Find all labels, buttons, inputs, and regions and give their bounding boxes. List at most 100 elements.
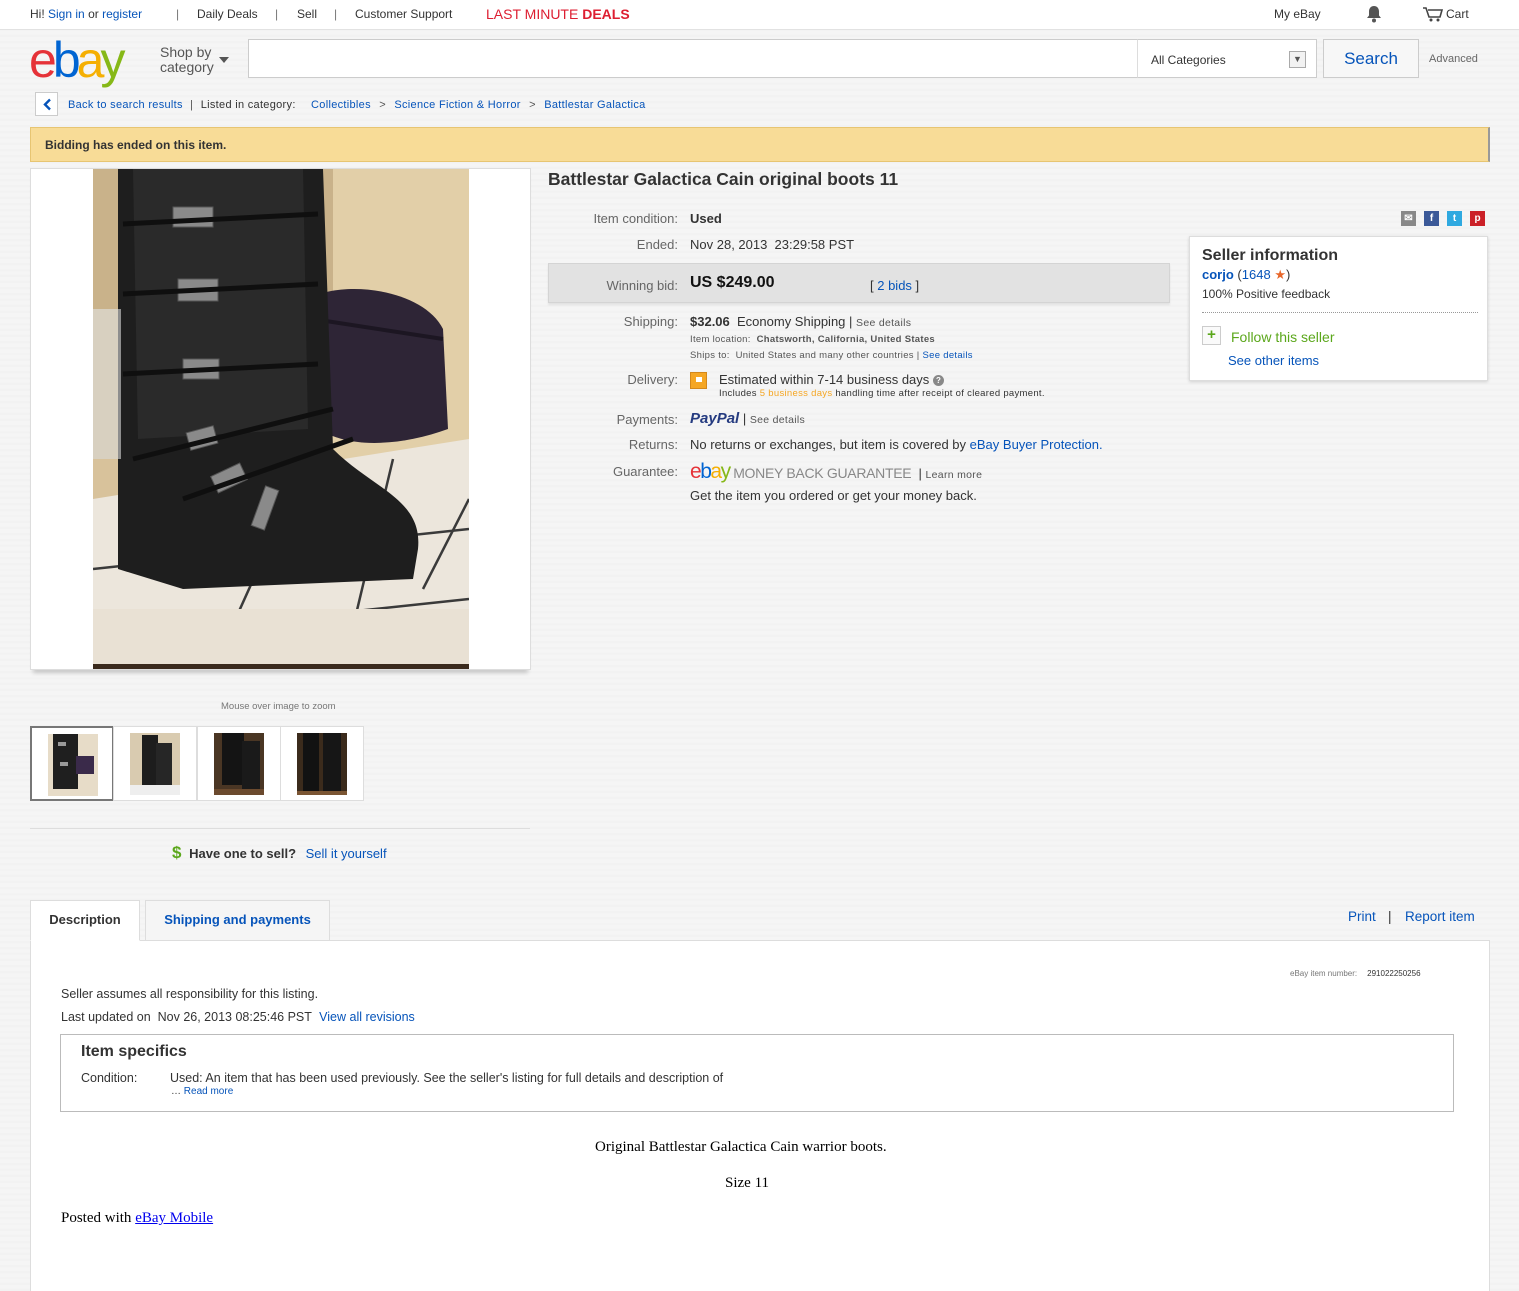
- breadcrumb-scifi-horror[interactable]: Science Fiction & Horror: [394, 99, 520, 111]
- paypal-logo: PayPal: [690, 410, 740, 427]
- follow-seller-link[interactable]: Follow this seller: [1231, 329, 1334, 345]
- shipping-see-details-link[interactable]: See details: [856, 317, 911, 329]
- description-line-1: Original Battlestar Galactica Cain warri…: [595, 1139, 887, 1155]
- condition-label: Item condition:: [593, 211, 678, 226]
- condition-value: Used: [690, 211, 722, 226]
- cart-link[interactable]: Cart: [1446, 7, 1469, 21]
- view-all-revisions-link[interactable]: View all revisions: [319, 1010, 415, 1024]
- guarantee-label: Guarantee:: [612, 464, 678, 479]
- shipping-cost: $32.06: [690, 314, 730, 329]
- twitter-share-icon[interactable]: t: [1447, 211, 1462, 226]
- pinterest-share-icon[interactable]: p: [1470, 211, 1485, 226]
- facebook-share-icon[interactable]: f: [1424, 211, 1439, 226]
- logo-letter-e: e: [29, 32, 57, 88]
- main-image-panel[interactable]: [30, 168, 531, 670]
- category-select[interactable]: All Categories ▼: [1137, 39, 1317, 78]
- sell-it-yourself-link[interactable]: Sell it yourself: [306, 846, 387, 861]
- delivery-label: Delivery:: [627, 372, 678, 387]
- divider: [1202, 312, 1478, 313]
- help-icon[interactable]: ?: [932, 375, 944, 387]
- listed-in-label: Listed in category:: [200, 99, 296, 111]
- notification-bell-icon[interactable]: [1366, 5, 1382, 26]
- item-number-value: 291022250256: [1367, 969, 1421, 978]
- delivery-value: Estimated within 7-14 business days ?: [719, 372, 944, 387]
- tab-shipping-and-payments[interactable]: Shipping and payments: [145, 900, 330, 941]
- positive-feedback: 100% Positive feedback: [1202, 287, 1331, 301]
- thumbnail-image: [214, 733, 264, 795]
- description-line-2: Size 11: [725, 1175, 770, 1191]
- delivery-estimate: Estimated within 7-14 business days: [719, 372, 930, 387]
- search-button[interactable]: Search: [1323, 39, 1419, 78]
- thumbnail-3[interactable]: [197, 726, 281, 801]
- breadcrumb: Back to search results | Listed in categ…: [68, 99, 646, 111]
- shop-by-category-button[interactable]: Shop by category: [160, 45, 214, 75]
- tab-description[interactable]: Description: [30, 900, 140, 941]
- returns-text: No returns or exchanges, but item is cov…: [690, 437, 967, 452]
- greeting: Hi! Sign in or register: [30, 7, 142, 21]
- my-ebay-link[interactable]: My eBay: [1274, 7, 1321, 21]
- ships-to-see-details-link[interactable]: See details: [923, 350, 973, 361]
- payments-see-details-link[interactable]: See details: [750, 414, 805, 426]
- item-title: Battlestar Galactica Cain original boots…: [548, 169, 899, 189]
- condition-key: Condition:: [81, 1071, 138, 1085]
- read-more-link[interactable]: Read more: [184, 1086, 233, 1097]
- customer-support-link[interactable]: Customer Support: [355, 7, 452, 21]
- learn-more-link[interactable]: Learn more: [926, 469, 983, 481]
- thumbnail-4[interactable]: [280, 726, 364, 801]
- logo-letter-y: y: [100, 32, 125, 88]
- breadcrumb-battlestar-galactica[interactable]: Battlestar Galactica: [544, 99, 645, 111]
- shipping-method: Economy Shipping: [737, 314, 846, 329]
- seller-information-box: Seller information corjo (1648 ★) 100% P…: [1189, 236, 1488, 381]
- thumbnail-1[interactable]: [30, 726, 114, 801]
- item-specifics-header: Item specifics: [81, 1043, 187, 1060]
- item-location-value: Chatsworth, California, United States: [756, 334, 936, 345]
- search-input[interactable]: [248, 39, 1138, 78]
- buyer-protection-link[interactable]: eBay Buyer Protection.: [970, 437, 1103, 452]
- ships-to-value: United States and many other countries: [735, 350, 914, 361]
- seller-name-link[interactable]: corjo: [1202, 267, 1234, 282]
- advanced-search-link[interactable]: Advanced: [1429, 53, 1478, 65]
- chevron-down-icon: [219, 57, 229, 63]
- register-link[interactable]: register: [102, 7, 142, 21]
- sign-in-link[interactable]: Sign in: [48, 7, 85, 21]
- breadcrumb-separator: >: [379, 99, 386, 111]
- shipping-label: Shipping:: [623, 314, 678, 329]
- plus-icon[interactable]: +: [1202, 326, 1221, 345]
- sell-link[interactable]: Sell: [297, 7, 317, 21]
- thumbnail-image: [130, 733, 180, 795]
- feedback-score-link[interactable]: 1648: [1242, 267, 1271, 282]
- updated-value: Nov 26, 2013 08:25:46 PST: [157, 1010, 312, 1024]
- payments-label: Payments:: [616, 412, 678, 427]
- daily-deals-link[interactable]: Daily Deals: [197, 7, 258, 21]
- read-more-row: … Read more: [171, 1086, 234, 1097]
- item-location-label: Item location:: [690, 334, 751, 345]
- bid-history-link[interactable]: 2 bids: [877, 278, 912, 293]
- see-other-items-link[interactable]: See other items: [1228, 353, 1319, 368]
- ships-to-label: Ships to:: [690, 350, 730, 361]
- boots-photo[interactable]: [93, 169, 469, 669]
- have-one-to-sell-text: Have one to sell?: [189, 846, 297, 861]
- logo-letter-b: b: [700, 460, 712, 483]
- posted-with-text: Posted with: [61, 1210, 132, 1226]
- handling-time: Includes 5 business days handling time a…: [719, 388, 1045, 399]
- email-share-icon[interactable]: ✉: [1401, 211, 1416, 226]
- item-number-label: eBay item number:: [1290, 969, 1358, 978]
- back-to-search-link[interactable]: Back to search results: [68, 99, 183, 111]
- cart-icon[interactable]: [1422, 6, 1444, 25]
- last-minute-deals-link[interactable]: LAST MINUTE DEALS: [486, 6, 630, 22]
- handling-days: 5 business days: [759, 388, 833, 399]
- logo-letter-e: e: [690, 460, 702, 483]
- ebay-logo[interactable]: ebay: [29, 35, 149, 85]
- shop-by-line1: Shop by: [160, 44, 212, 60]
- condition-value-full: Used: An item that has been used previou…: [170, 1071, 724, 1085]
- ebay-mobile-link[interactable]: eBay Mobile: [135, 1210, 213, 1226]
- money-back-guarantee-text: MONEY BACK GUARANTEE: [733, 465, 912, 481]
- report-item-link[interactable]: Report item: [1405, 909, 1475, 924]
- returns-label: Returns:: [628, 437, 678, 452]
- print-link[interactable]: Print: [1348, 909, 1376, 924]
- zoom-hint: Mouse over image to zoom: [221, 701, 336, 712]
- breadcrumb-collectibles[interactable]: Collectibles: [311, 99, 371, 111]
- thumbnail-2[interactable]: [113, 726, 197, 801]
- ebay-guarantee-logo: ebay: [690, 460, 731, 483]
- back-button[interactable]: [35, 92, 58, 116]
